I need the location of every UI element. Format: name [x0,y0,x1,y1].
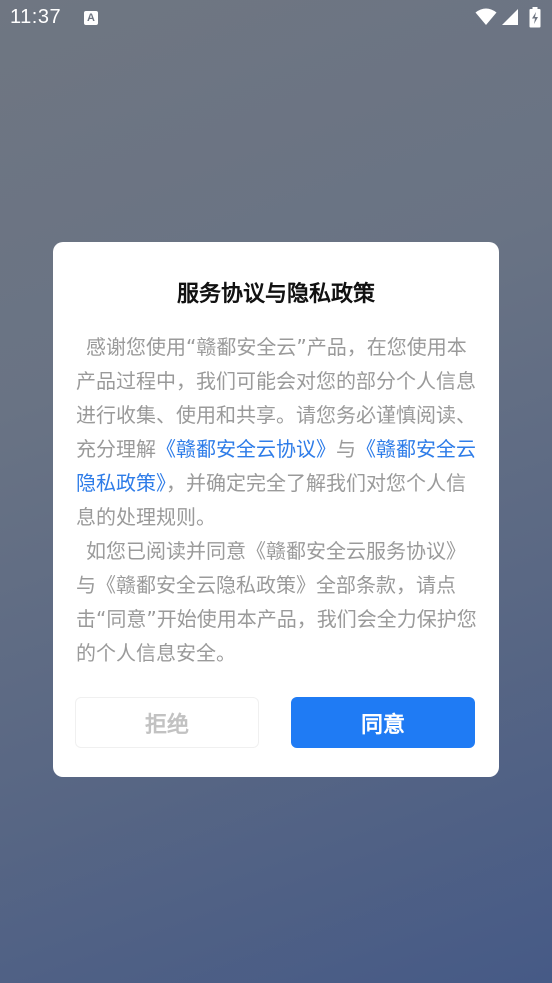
signal-icon [502,9,518,25]
dialog-body: 感谢您使用“赣鄱安全云”产品，在您使用本产品过程中，我们可能会对您的部分个人信息… [76,330,478,670]
status-time: 11:37 [10,6,62,28]
decline-button[interactable]: 拒绝 [75,697,259,748]
agreement-paragraph-1: 感谢您使用“赣鄱安全云”产品，在您使用本产品过程中，我们可能会对您的部分个人信息… [76,330,478,534]
wifi-icon [475,8,497,25]
privacy-policy-dialog: 服务协议与隐私政策 感谢您使用“赣鄱安全云”产品，在您使用本产品过程中，我们可能… [53,242,499,777]
notification-a-icon: A [84,11,98,25]
service-agreement-link[interactable]: 《赣鄱安全云协议》 [156,437,336,461]
paragraph1-and-text: 与 [336,437,356,461]
battery-icon [529,7,541,28]
agreement-paragraph-2: 如您已阅读并同意《赣鄱安全云服务协议》与《赣鄱安全云隐私政策》全部条款，请点击“… [76,539,477,665]
agree-button[interactable]: 同意 [291,697,475,748]
dialog-title: 服务协议与隐私政策 [176,282,375,307]
status-bar: 11:37 A [0,0,552,38]
